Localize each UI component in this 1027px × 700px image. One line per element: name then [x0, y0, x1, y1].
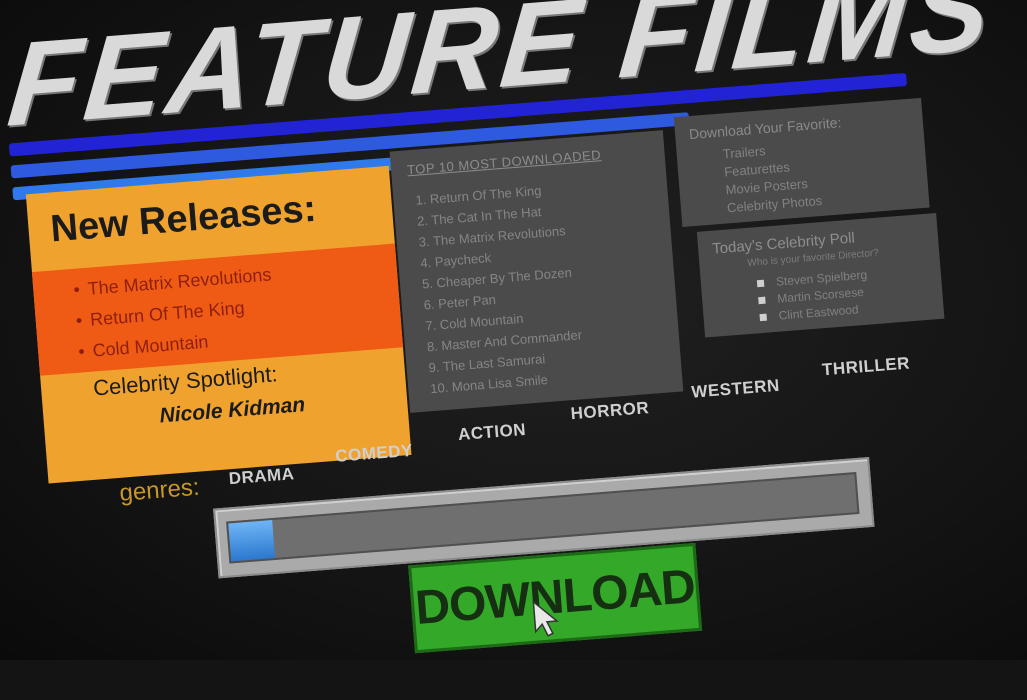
genre-horror-link[interactable]: HORROR [570, 398, 650, 424]
bullet-icon: • [75, 310, 83, 331]
progress-fill [228, 520, 276, 562]
mouse-pointer-icon [532, 600, 559, 637]
genre-thriller-link[interactable]: THRILLER [821, 354, 910, 381]
celebrity-poll-panel: Today's Celebrity Poll Who is your favor… [696, 212, 945, 338]
genre-action-link[interactable]: ACTION [457, 420, 527, 445]
new-releases-panel: New Releases: • The Matrix Revolutions • R… [25, 165, 412, 484]
feature-films-page: FEATURE FILMS New Releases: • The Matrix … [0, 0, 1027, 700]
radio-button[interactable] [759, 313, 768, 322]
progress-track [226, 472, 860, 564]
radio-button[interactable] [756, 280, 765, 288]
genre-western-link[interactable]: WESTERN [691, 376, 781, 403]
celebrity-spotlight-name[interactable]: Nicole Kidman [159, 393, 306, 428]
download-favorites-panel: Download Your Favorite: Trailers Feature… [673, 97, 930, 227]
top-10-panel: TOP 10 MOST DOWNLOADED 1. Return Of The … [389, 130, 684, 413]
new-releases-list: • The Matrix Revolutions • Return Of The K… [72, 259, 277, 367]
download-favorites-heading: Download Your Favorite: [688, 114, 842, 143]
download-favorites-list: Trailers Featurettes Movie Posters Celeb… [722, 138, 823, 217]
genres-label: genres: [118, 473, 201, 507]
bullet-icon: • [77, 341, 86, 362]
radio-button[interactable] [758, 296, 766, 305]
top-10-heading: TOP 10 MOST DOWNLOADED [406, 147, 602, 178]
poll-options: Steven Spielberg Martin Scorsese Clint E… [756, 267, 870, 327]
bullet-icon: • [72, 279, 81, 300]
genre-drama-link[interactable]: DRAMA [228, 464, 295, 489]
new-releases-title: New Releases: [49, 187, 318, 251]
top-10-list: 1. Return Of The King 2. The Cat In The … [415, 178, 586, 400]
